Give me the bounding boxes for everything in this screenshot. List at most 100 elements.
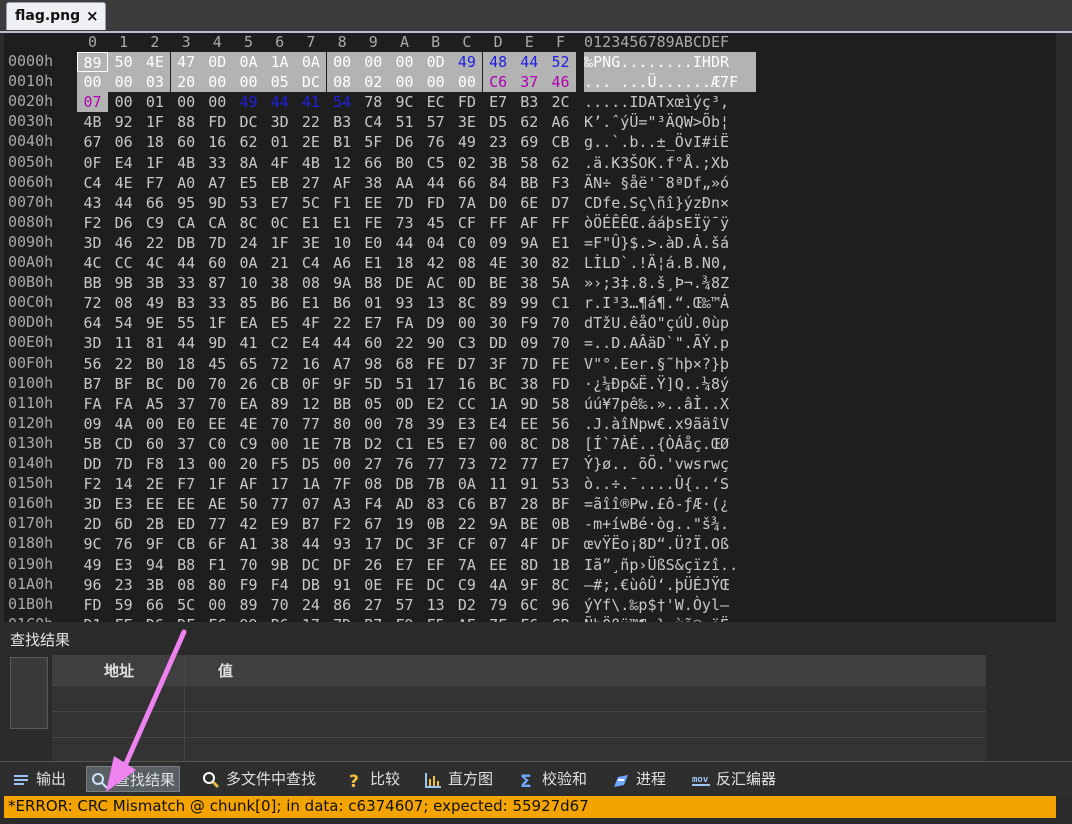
ascii-text[interactable]: .....IDATxœìýç³, bbox=[584, 92, 729, 112]
hex-byte[interactable]: 70 bbox=[545, 313, 576, 333]
hex-byte[interactable]: 89 bbox=[483, 293, 514, 313]
hex-byte[interactable]: 4F bbox=[514, 534, 545, 554]
hex-byte[interactable]: 10 bbox=[327, 233, 358, 253]
hex-byte[interactable]: F2 bbox=[327, 514, 358, 534]
hex-byte[interactable]: 00 bbox=[202, 92, 233, 112]
hex-byte[interactable]: DC bbox=[295, 72, 327, 93]
hex-byte[interactable]: DC bbox=[233, 112, 264, 132]
hex-byte[interactable]: B7 bbox=[483, 494, 514, 514]
ascii-text[interactable]: œvŸËo¡8D“.Ü?Ï.Oß bbox=[584, 534, 729, 554]
hex-byte[interactable]: 8A bbox=[233, 153, 264, 173]
hex-byte[interactable]: 33 bbox=[171, 273, 202, 293]
hex-byte[interactable]: 98 bbox=[358, 354, 389, 374]
hex-byte[interactable]: 42 bbox=[420, 253, 451, 273]
hex-byte[interactable]: 28 bbox=[514, 494, 545, 514]
hex-byte[interactable]: F1 bbox=[327, 193, 358, 213]
hex-byte[interactable]: 20 bbox=[170, 72, 202, 93]
hex-byte[interactable]: 24 bbox=[233, 233, 264, 253]
hex-byte[interactable]: 00 bbox=[139, 414, 170, 434]
hex-byte[interactable]: 7A bbox=[451, 555, 482, 575]
tab-checksum[interactable]: Σ 校验和 bbox=[518, 766, 587, 792]
hex-byte[interactable]: 76 bbox=[108, 534, 139, 554]
ascii-text[interactable]: ýYf\.‰p$†'W.Òyl– bbox=[584, 595, 729, 615]
hex-byte[interactable]: 62 bbox=[233, 132, 264, 152]
hex-byte[interactable]: C3 bbox=[451, 333, 482, 353]
hex-byte[interactable]: 01 bbox=[264, 132, 295, 152]
hex-byte[interactable]: 8C bbox=[233, 213, 264, 233]
hex-byte[interactable]: F3 bbox=[545, 173, 576, 193]
hex-byte[interactable]: 4F bbox=[295, 313, 326, 333]
hex-byte[interactable]: 70 bbox=[202, 394, 233, 414]
hex-byte[interactable]: 44 bbox=[327, 333, 358, 353]
hex-byte[interactable]: 07 bbox=[295, 494, 326, 514]
hex-byte[interactable]: 09 bbox=[77, 414, 108, 434]
hex-byte[interactable]: 7D bbox=[389, 193, 420, 213]
hex-byte[interactable]: EC bbox=[420, 92, 451, 112]
ascii-text[interactable]: Iã”¸ñp›ÜßS&çïzî.. bbox=[584, 555, 738, 575]
hex-byte[interactable]: CB bbox=[545, 132, 576, 152]
hex-byte[interactable]: 54 bbox=[327, 92, 358, 112]
column-header-value[interactable]: 值 bbox=[218, 660, 233, 681]
hex-byte[interactable]: 4B bbox=[171, 153, 202, 173]
hex-byte[interactable]: 00 bbox=[451, 72, 483, 93]
hex-byte[interactable]: 91 bbox=[514, 474, 545, 494]
hex-byte[interactable]: 59 bbox=[108, 595, 139, 615]
hex-byte[interactable]: 44 bbox=[171, 333, 202, 353]
hex-byte[interactable]: 1B bbox=[545, 555, 576, 575]
hex-byte[interactable]: 4F bbox=[264, 153, 295, 173]
hex-byte[interactable]: 82 bbox=[545, 253, 576, 273]
hex-byte[interactable]: 0A bbox=[233, 52, 264, 72]
hex-byte[interactable]: 86 bbox=[327, 595, 358, 615]
hex-byte[interactable]: 56 bbox=[77, 354, 108, 374]
hex-byte[interactable]: B8 bbox=[358, 273, 389, 293]
hex-byte[interactable]: 9C bbox=[389, 92, 420, 112]
hex-byte[interactable]: 58 bbox=[545, 394, 576, 414]
hex-byte[interactable]: FD bbox=[545, 374, 576, 394]
hex-byte[interactable]: 23 bbox=[483, 132, 514, 152]
hex-byte[interactable]: 22 bbox=[139, 233, 170, 253]
column-header-address[interactable]: 地址 bbox=[104, 660, 134, 681]
hex-byte[interactable]: 1F bbox=[202, 474, 233, 494]
hex-byte[interactable]: F5 bbox=[264, 454, 295, 474]
hex-byte[interactable]: 73 bbox=[451, 454, 482, 474]
hex-byte[interactable]: 2B bbox=[139, 514, 170, 534]
hex-byte[interactable]: 1A bbox=[295, 474, 326, 494]
hex-byte[interactable]: E1 bbox=[545, 233, 576, 253]
hex-byte[interactable]: 65 bbox=[233, 354, 264, 374]
hex-byte[interactable]: 7D bbox=[108, 454, 139, 474]
hex-byte[interactable]: 16 bbox=[202, 132, 233, 152]
hex-byte[interactable]: 41 bbox=[295, 92, 326, 112]
hex-byte[interactable]: 5B bbox=[77, 434, 108, 454]
hex-byte[interactable]: FE bbox=[358, 213, 389, 233]
hex-byte[interactable]: 0F bbox=[77, 153, 108, 173]
hex-byte[interactable]: 64 bbox=[77, 313, 108, 333]
hex-byte[interactable]: F6 bbox=[514, 615, 545, 622]
hex-byte[interactable]: 44 bbox=[295, 534, 326, 554]
hex-byte[interactable]: DD bbox=[483, 333, 514, 353]
hex-byte[interactable]: 05 bbox=[358, 394, 389, 414]
hex-byte[interactable]: AF bbox=[233, 474, 264, 494]
hex-byte[interactable]: 90 bbox=[420, 333, 451, 353]
hex-byte[interactable]: F7 bbox=[171, 474, 202, 494]
hex-byte[interactable]: 9B bbox=[264, 555, 295, 575]
hex-byte[interactable]: F2 bbox=[77, 474, 108, 494]
hex-byte[interactable]: DD bbox=[77, 454, 108, 474]
hex-byte[interactable]: 0E bbox=[358, 575, 389, 595]
hex-byte[interactable]: 66 bbox=[451, 173, 482, 193]
hex-byte[interactable]: 44 bbox=[420, 173, 451, 193]
hex-byte[interactable]: BC bbox=[139, 374, 170, 394]
hex-byte[interactable]: A7 bbox=[327, 354, 358, 374]
hex-byte[interactable]: B0 bbox=[139, 354, 170, 374]
find-results-table[interactable]: 地址 值 bbox=[52, 655, 986, 761]
hex-byte[interactable]: 9A bbox=[327, 273, 358, 293]
hex-byte[interactable]: C1 bbox=[545, 293, 576, 313]
hex-byte[interactable]: 8C bbox=[451, 293, 482, 313]
hex-byte[interactable]: C0 bbox=[451, 233, 482, 253]
hex-byte[interactable]: AA bbox=[389, 173, 420, 193]
hex-byte[interactable]: 00 bbox=[201, 72, 233, 93]
hex-byte[interactable]: 81 bbox=[139, 333, 170, 353]
hex-byte[interactable]: A7 bbox=[202, 173, 233, 193]
hex-byte[interactable]: E5 bbox=[233, 173, 264, 193]
hex-byte[interactable]: 00 bbox=[389, 52, 420, 72]
hex-byte[interactable]: E1 bbox=[327, 213, 358, 233]
